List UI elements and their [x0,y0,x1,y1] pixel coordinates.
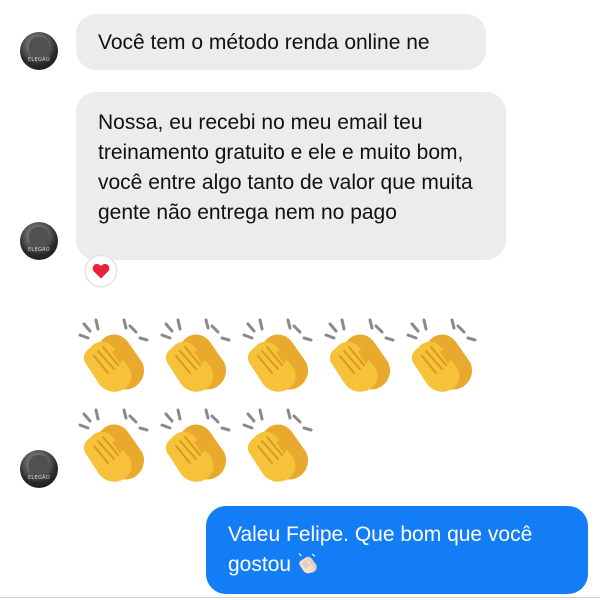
clap-emoji-row [78,318,478,394]
divider [0,597,600,598]
avatar-caption: ELEGÃO [27,57,51,63]
avatar-caption: ELEGÃO [27,247,51,253]
sender-avatar[interactable]: ELEGÃO [20,450,58,488]
avatar-caption: ELEGÃO [27,475,51,481]
avatar-face [29,227,49,249]
clapping-hands-icon [242,318,313,394]
message-text: Valeu Felipe. Que bom que você gostou [228,523,533,576]
message-text: Nossa, eu recebi no meu email teu treina… [98,111,473,224]
heart-icon [92,264,110,279]
sender-avatar[interactable]: ELEGÃO [20,32,58,70]
incoming-message-bubble[interactable]: Nossa, eu recebi no meu email teu treina… [76,92,506,260]
clapping-hands-icon [78,408,149,484]
clapping-hands-icon [78,318,149,394]
clap-emoji-row [78,408,314,484]
clapping-hands-icon [160,318,231,394]
avatar-face [29,37,49,59]
avatar-face [29,455,49,477]
sender-avatar[interactable]: ELEGÃO [20,222,58,260]
clapping-hands-icon [324,318,395,394]
clapping-hands-icon [298,553,318,574]
message-text: Você tem o método renda online ne [98,31,430,54]
clapping-hands-icon [160,408,231,484]
clapping-hands-icon [406,318,477,394]
outgoing-message-bubble[interactable]: Valeu Felipe. Que bom que você gostou [206,506,588,594]
incoming-message-bubble[interactable]: Você tem o método renda online ne [76,14,486,70]
clapping-hands-icon [242,408,313,484]
heart-reaction[interactable] [86,256,116,286]
